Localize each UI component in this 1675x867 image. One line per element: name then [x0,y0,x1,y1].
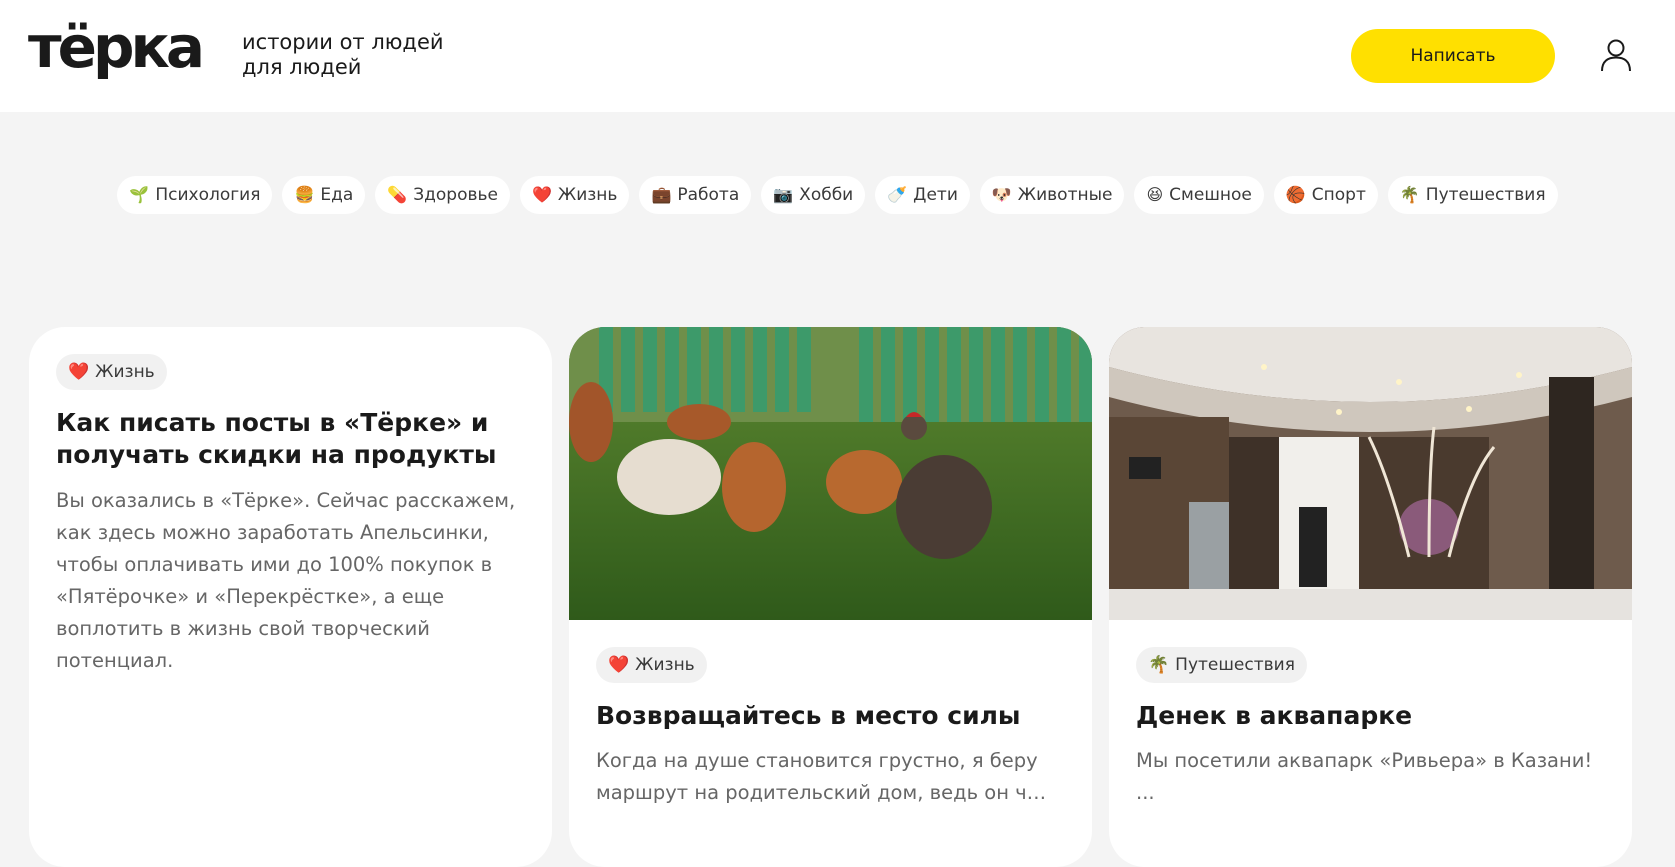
hotel-lobby-photo[interactable] [1109,327,1632,620]
palm-tree-icon: 🌴 [1399,185,1420,204]
chickens-photo-illustration [569,327,1092,620]
heart-icon: ❤️ [531,185,552,204]
post-excerpt-line: Когда на душе становится грустно, я беру [596,749,1038,772]
category-label: Дети [913,185,958,205]
post-tag-label: Жизнь [635,655,695,675]
category-chip-life[interactable]: ❤️ Жизнь [519,176,630,214]
palm-tree-icon: 🌴 [1148,655,1170,675]
post-excerpt-line: Мы посетили аквапарк «Ривьера» в Казани! [1136,749,1593,772]
tagline-line-2: для людей [242,55,362,79]
sprout-icon: 🌱 [129,185,150,204]
site-logo[interactable]: тёрка [28,13,205,81]
category-chip-psychology[interactable]: 🌱 Психология [117,176,273,214]
post-excerpt: Когда на душе становится грустно, я беру… [596,745,1056,809]
write-post-button[interactable]: Написать [1351,29,1555,83]
baby-bottle-icon: 🍼 [887,185,908,204]
basketball-icon: 🏀 [1285,185,1306,204]
category-label: Животные [1017,185,1113,205]
category-chip-animals[interactable]: 🐶 Животные [979,176,1125,214]
post-tag-label: Путешествия [1175,655,1295,675]
camera-icon: 📷 [773,185,794,204]
post-card[interactable]: 🌴 Путешествия Денек в аквапарке Мы посет… [1109,327,1632,867]
category-label: Жизнь [557,185,618,205]
category-chip-sport[interactable]: 🏀 Спорт [1273,176,1378,214]
category-label: Работа [677,185,740,205]
burger-icon: 🍔 [294,185,315,204]
category-label: Хобби [799,185,854,205]
category-label: Путешествия [1425,185,1546,205]
briefcase-icon: 💼 [651,185,672,204]
chickens-photo[interactable] [569,327,1092,620]
category-chip-hobby[interactable]: 📷 Хобби [761,176,866,214]
category-list: 🌱 Психология 🍔 Еда 💊 Здоровье ❤️ Жизнь 💼… [0,176,1675,214]
site-tagline: истории от людей для людей [242,30,502,80]
heart-icon: ❤️ [608,655,630,675]
laughing-face-icon: 😆 [1146,185,1164,204]
site-header: тёрка истории от людей для людей Написат… [0,0,1675,112]
user-icon[interactable] [1600,38,1632,72]
dog-icon: 🐶 [991,185,1012,204]
pill-icon: 💊 [387,185,408,204]
post-tag[interactable]: ❤️ Жизнь [56,354,167,390]
post-title[interactable]: Как писать посты в «Тёрке» и получать ск… [56,407,526,471]
post-title[interactable]: Денек в аквапарке [1136,700,1606,732]
post-tag-label: Жизнь [95,362,155,382]
post-excerpt: Мы посетили аквапарк «Ривьера» в Казани!… [1136,745,1596,809]
category-chip-travel[interactable]: 🌴 Путешествия [1387,176,1558,214]
post-title[interactable]: Возвращайтесь в место силы [596,700,1066,732]
heart-icon: ❤️ [68,362,90,382]
hotel-lobby-photo-illustration [1109,327,1632,620]
post-tag[interactable]: ❤️ Жизнь [596,647,707,683]
category-chip-health[interactable]: 💊 Здоровье [375,176,510,214]
category-label: Спорт [1311,185,1366,205]
category-label: Еда [320,185,354,205]
post-excerpt: Вы оказались в «Тёрке». Сейчас расскажем… [56,489,516,672]
post-tag[interactable]: 🌴 Путешествия [1136,647,1307,683]
post-excerpt-line: маршрут на родительский дом, ведь он час… [596,781,1056,804]
category-chip-work[interactable]: 💼 Работа [639,176,752,214]
category-label: Здоровье [413,185,498,205]
post-card[interactable]: ❤️ Жизнь Как писать посты в «Тёрке» и по… [29,327,552,867]
post-card[interactable]: ❤️ Жизнь Возвращайтесь в место силы Когд… [569,327,1092,867]
post-excerpt-line: ... [1136,781,1155,804]
category-chip-kids[interactable]: 🍼 Дети [875,176,970,214]
category-chip-food[interactable]: 🍔 Еда [282,176,366,214]
category-label: Психология [155,185,261,205]
category-label: Смешное [1169,185,1252,205]
tagline-line-1: истории от людей [242,30,444,54]
logo-text: тёрка [28,13,205,81]
category-chip-funny[interactable]: 😆 Смешное [1134,176,1264,214]
